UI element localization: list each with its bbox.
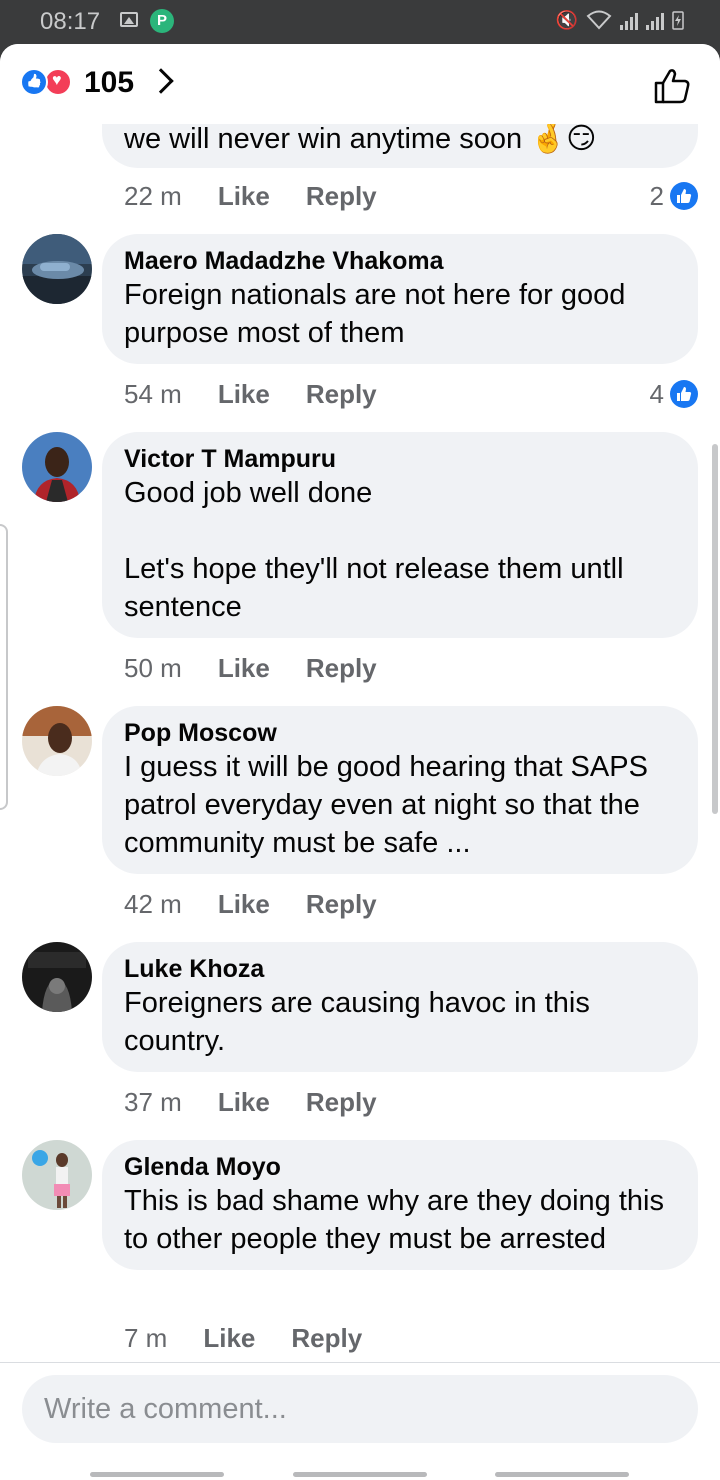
comment-author[interactable]: Victor T Mampuru (124, 444, 676, 474)
avatar[interactable] (22, 1140, 92, 1210)
comment-bubble[interactable]: Pop Moscow I guess it will be good heari… (102, 706, 698, 874)
avatar[interactable] (22, 432, 92, 502)
like-count: 4 (649, 378, 664, 409)
like-button[interactable]: Like (218, 1087, 270, 1118)
comment-text: Good job well done Let's hope they'll no… (124, 477, 624, 623)
signal-icon (620, 12, 638, 30)
reply-button[interactable]: Reply (306, 1087, 377, 1118)
comment-actions: 50 m Like Reply (124, 650, 377, 686)
comment-author[interactable]: Glenda Moyo (124, 1152, 676, 1182)
like-button[interactable]: Like (218, 653, 270, 684)
comment-time: 22 m (124, 180, 182, 211)
like-button[interactable]: Like (203, 1323, 255, 1354)
nav-recents-button[interactable] (90, 1472, 224, 1477)
like-badge-icon (670, 380, 698, 408)
app-notification-icon: P (150, 9, 174, 33)
comment-likes[interactable]: 2 (650, 178, 698, 214)
nav-back-button[interactable] (495, 1472, 629, 1477)
mute-icon: 🔇 (555, 10, 578, 30)
scrollbar[interactable] (712, 444, 718, 814)
comment-time: 37 m (124, 1086, 182, 1117)
comment-input[interactable] (22, 1375, 698, 1443)
comment-text: I guess it will be good hearing that SAP… (124, 751, 656, 859)
reply-button[interactable]: Reply (306, 181, 377, 212)
comment-actions: 54 m Like Reply (124, 376, 377, 412)
reactions-header: 105 (0, 44, 720, 124)
comment-author[interactable]: Pop Moscow (124, 718, 676, 748)
comment-actions: 7 m Like Reply (124, 1320, 362, 1356)
status-icons: 🔇 (556, 10, 684, 30)
comment-time: 7 m (124, 1322, 168, 1353)
signal-icon (646, 12, 664, 30)
gallery-icon (120, 12, 138, 27)
navigation-bar (0, 1470, 720, 1480)
comment-bubble[interactable]: Glenda Moyo This is bad shame why are th… (102, 1140, 698, 1270)
status-bar: 08:17 P 🔇 (0, 0, 720, 44)
love-reaction-icon[interactable] (44, 68, 72, 96)
reply-button[interactable]: Reply (306, 379, 377, 410)
reply-button[interactable]: Reply (291, 1323, 362, 1354)
nav-home-button[interactable] (293, 1472, 427, 1477)
like-button[interactable]: Like (218, 889, 270, 920)
avatar[interactable] (22, 706, 92, 776)
comments-sheet: 105 we will never win anytime soon 🤞😏 22… (0, 44, 720, 1480)
battery-charging-icon (672, 11, 684, 30)
status-time: 08:17 (40, 8, 101, 35)
comment-actions: 22 m Like Reply (124, 178, 377, 214)
comment-actions: 42 m Like Reply (124, 886, 377, 922)
comment-text: Foreign nationals are not here for good … (124, 279, 634, 349)
like-button[interactable]: Like (218, 181, 270, 212)
comment-text: This is bad shame why are they doing thi… (124, 1185, 673, 1255)
chevron-right-icon[interactable] (148, 68, 174, 94)
avatar[interactable] (22, 942, 92, 1012)
reaction-count[interactable]: 105 (84, 66, 134, 100)
comment-text: we will never win anytime soon 🤞😏 (124, 123, 597, 155)
left-edge-handle[interactable] (0, 524, 8, 810)
thumbs-up-outline-icon[interactable] (652, 66, 692, 106)
like-count: 2 (649, 180, 664, 211)
avatar[interactable] (22, 234, 92, 304)
comment-time: 42 m (124, 888, 182, 919)
reply-button[interactable]: Reply (306, 653, 377, 684)
comment-bubble[interactable]: Luke Khoza Foreigners are causing havoc … (102, 942, 698, 1072)
comment-bubble[interactable]: Maero Madadzhe Vhakoma Foreign nationals… (102, 234, 698, 364)
comment-time: 50 m (124, 652, 182, 683)
like-button[interactable]: Like (218, 379, 270, 410)
comment-text: Foreigners are causing havoc in this cou… (124, 987, 598, 1057)
comment-author[interactable]: Luke Khoza (124, 954, 676, 984)
comment-likes[interactable]: 4 (650, 376, 698, 412)
like-reaction-icon[interactable] (20, 68, 48, 96)
comment-time: 54 m (124, 378, 182, 409)
comment-bubble[interactable]: Victor T Mampuru Good job well done Let'… (102, 432, 698, 638)
reply-button[interactable]: Reply (306, 889, 377, 920)
like-badge-icon (670, 182, 698, 210)
comment-author[interactable]: Maero Madadzhe Vhakoma (124, 246, 676, 276)
wifi-icon (586, 10, 612, 30)
comment-actions: 37 m Like Reply (124, 1084, 377, 1120)
comment-composer (0, 1362, 720, 1480)
